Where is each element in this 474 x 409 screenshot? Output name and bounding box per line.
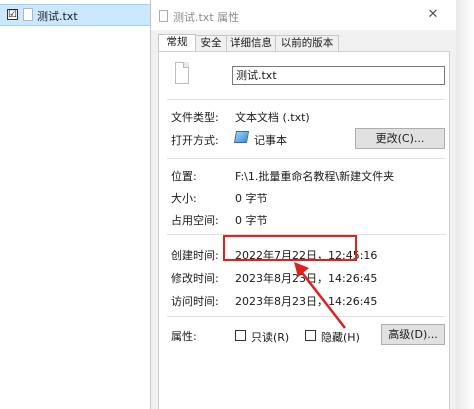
annotation-arrow <box>294 262 346 329</box>
